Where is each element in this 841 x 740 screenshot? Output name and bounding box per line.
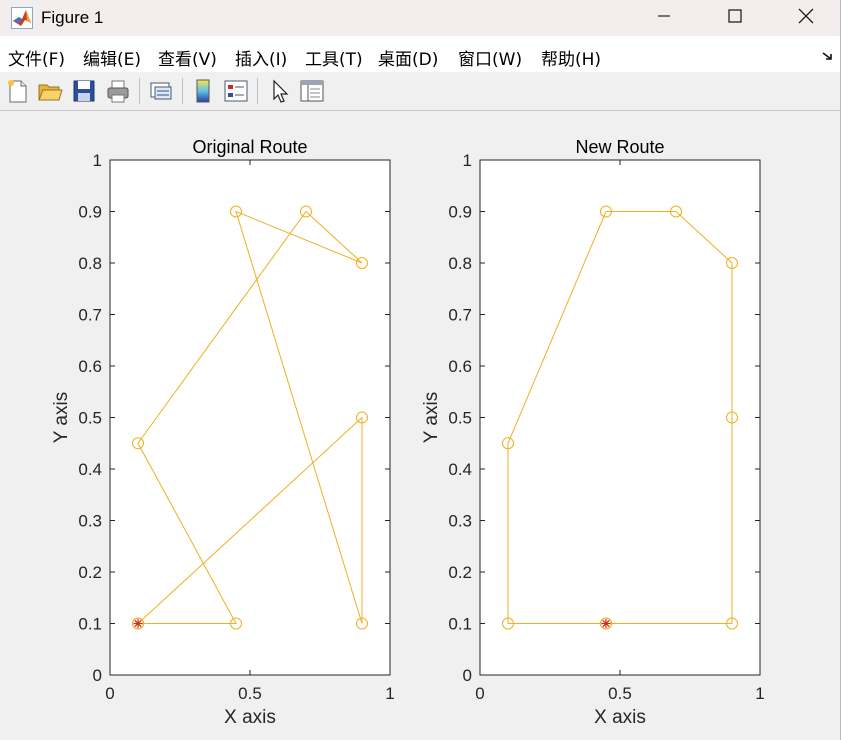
menu-edit[interactable]: 编辑(E) [83,45,141,70]
close-button[interactable] [771,0,841,36]
y-tick-label: 0.5 [78,409,102,428]
matlab-logo-icon [11,7,33,29]
menu-view[interactable]: 查看(V) [158,45,217,70]
x-tick-label: 0 [475,684,484,703]
toolbar [0,72,841,111]
x-tick-label: 1 [385,684,394,703]
y-tick-label: 0.1 [448,615,472,634]
x-axis-label: X axis [594,707,646,728]
close-icon [798,8,814,29]
y-tick-label: 0.7 [448,306,472,325]
y-tick-label: 0.3 [78,512,102,531]
toolbar-separator [257,78,258,104]
axes-box [479,159,761,676]
edit-plot-arrow-icon[interactable] [266,77,294,105]
maximize-button[interactable] [700,0,770,36]
property-inspector-icon[interactable] [298,77,326,105]
plot-title: New Route [575,137,664,157]
menu-bar: 文件(F) 编辑(E) 查看(V) 插入(I) 工具(T) 桌面(D) 窗口(W… [0,36,841,72]
y-tick-label: 0 [93,666,102,685]
dock-arrow-icon[interactable] [821,50,835,62]
menu-insert[interactable]: 插入(I) [235,45,287,70]
route-plot-1: 0 0.1 0.2 0.3 0.4 0.5 0.6 0.7 0.8 0.9 1 0 0.5 1 Origin… [51,137,395,728]
menu-file[interactable]: 文件(F) [8,45,65,70]
y-tick-label: 0.6 [78,357,102,376]
x-axis-label: X axis [224,707,276,728]
y-tick-label: 0.9 [448,203,472,222]
y-tick-label: 0.1 [78,615,102,634]
y-tick-label: 0.2 [448,563,472,582]
y-tick-label: 0.9 [78,203,102,222]
plot-title: Original Route [192,137,307,157]
y-tick-label: 0.8 [78,254,102,273]
insert-legend-icon[interactable] [222,77,250,105]
link-plot-icon[interactable] [147,77,175,105]
minimize-icon [657,9,671,28]
toolbar-separator [182,78,183,104]
menu-help[interactable]: 帮助(H) [541,45,601,70]
route-plot-2: 0 0.1 0.2 0.3 0.4 0.5 0.6 0.7 0.8 0.9 1 0 0.5 1 New Ro… [421,137,765,728]
y-tick-label: 0.4 [448,460,472,479]
print-icon[interactable] [104,77,132,105]
y-tick-label: 0 [463,666,472,685]
y-axis-label: Y axis [51,392,72,443]
x-tick-label: 0 [105,684,114,703]
x-tick-label: 1 [755,684,764,703]
window-title: Figure 1 [41,8,104,27]
x-tick-label: 0.5 [238,684,262,703]
menu-tools[interactable]: 工具(T) [305,45,363,70]
y-tick-label: 0.4 [78,460,102,479]
title-bar: Figure 1 [0,0,841,36]
plots-svg: 0 0.1 0.2 0.3 0.4 0.5 0.6 0.7 0.8 0.9 1 0 0.5 1 Origin… [51,137,765,728]
y-tick-label: 0.3 [448,512,472,531]
y-tick-label: 1 [93,151,102,170]
y-tick-label: 0.5 [448,409,472,428]
x-tick-label: 0.5 [608,684,632,703]
axes-box [109,159,391,676]
new-figure-icon[interactable] [4,77,32,105]
menu-window[interactable]: 窗口(W) [458,45,522,70]
y-tick-label: 0.2 [78,563,102,582]
y-tick-label: 1 [463,151,472,170]
toolbar-separator [139,78,140,104]
open-file-icon[interactable] [36,77,64,105]
save-icon[interactable] [70,77,98,105]
y-tick-label: 0.6 [448,357,472,376]
insert-colorbar-icon[interactable] [189,77,217,105]
figure-canvas: 0 0.1 0.2 0.3 0.4 0.5 0.6 0.7 0.8 0.9 1 0 0.5 1 Origin… [0,111,841,740]
y-tick-label: 0.7 [78,306,102,325]
y-tick-label: 0.8 [448,254,472,273]
y-axis-label: Y axis [421,392,442,443]
menu-desktop[interactable]: 桌面(D) [378,45,438,70]
maximize-icon [728,8,742,28]
minimize-button[interactable] [629,0,699,36]
